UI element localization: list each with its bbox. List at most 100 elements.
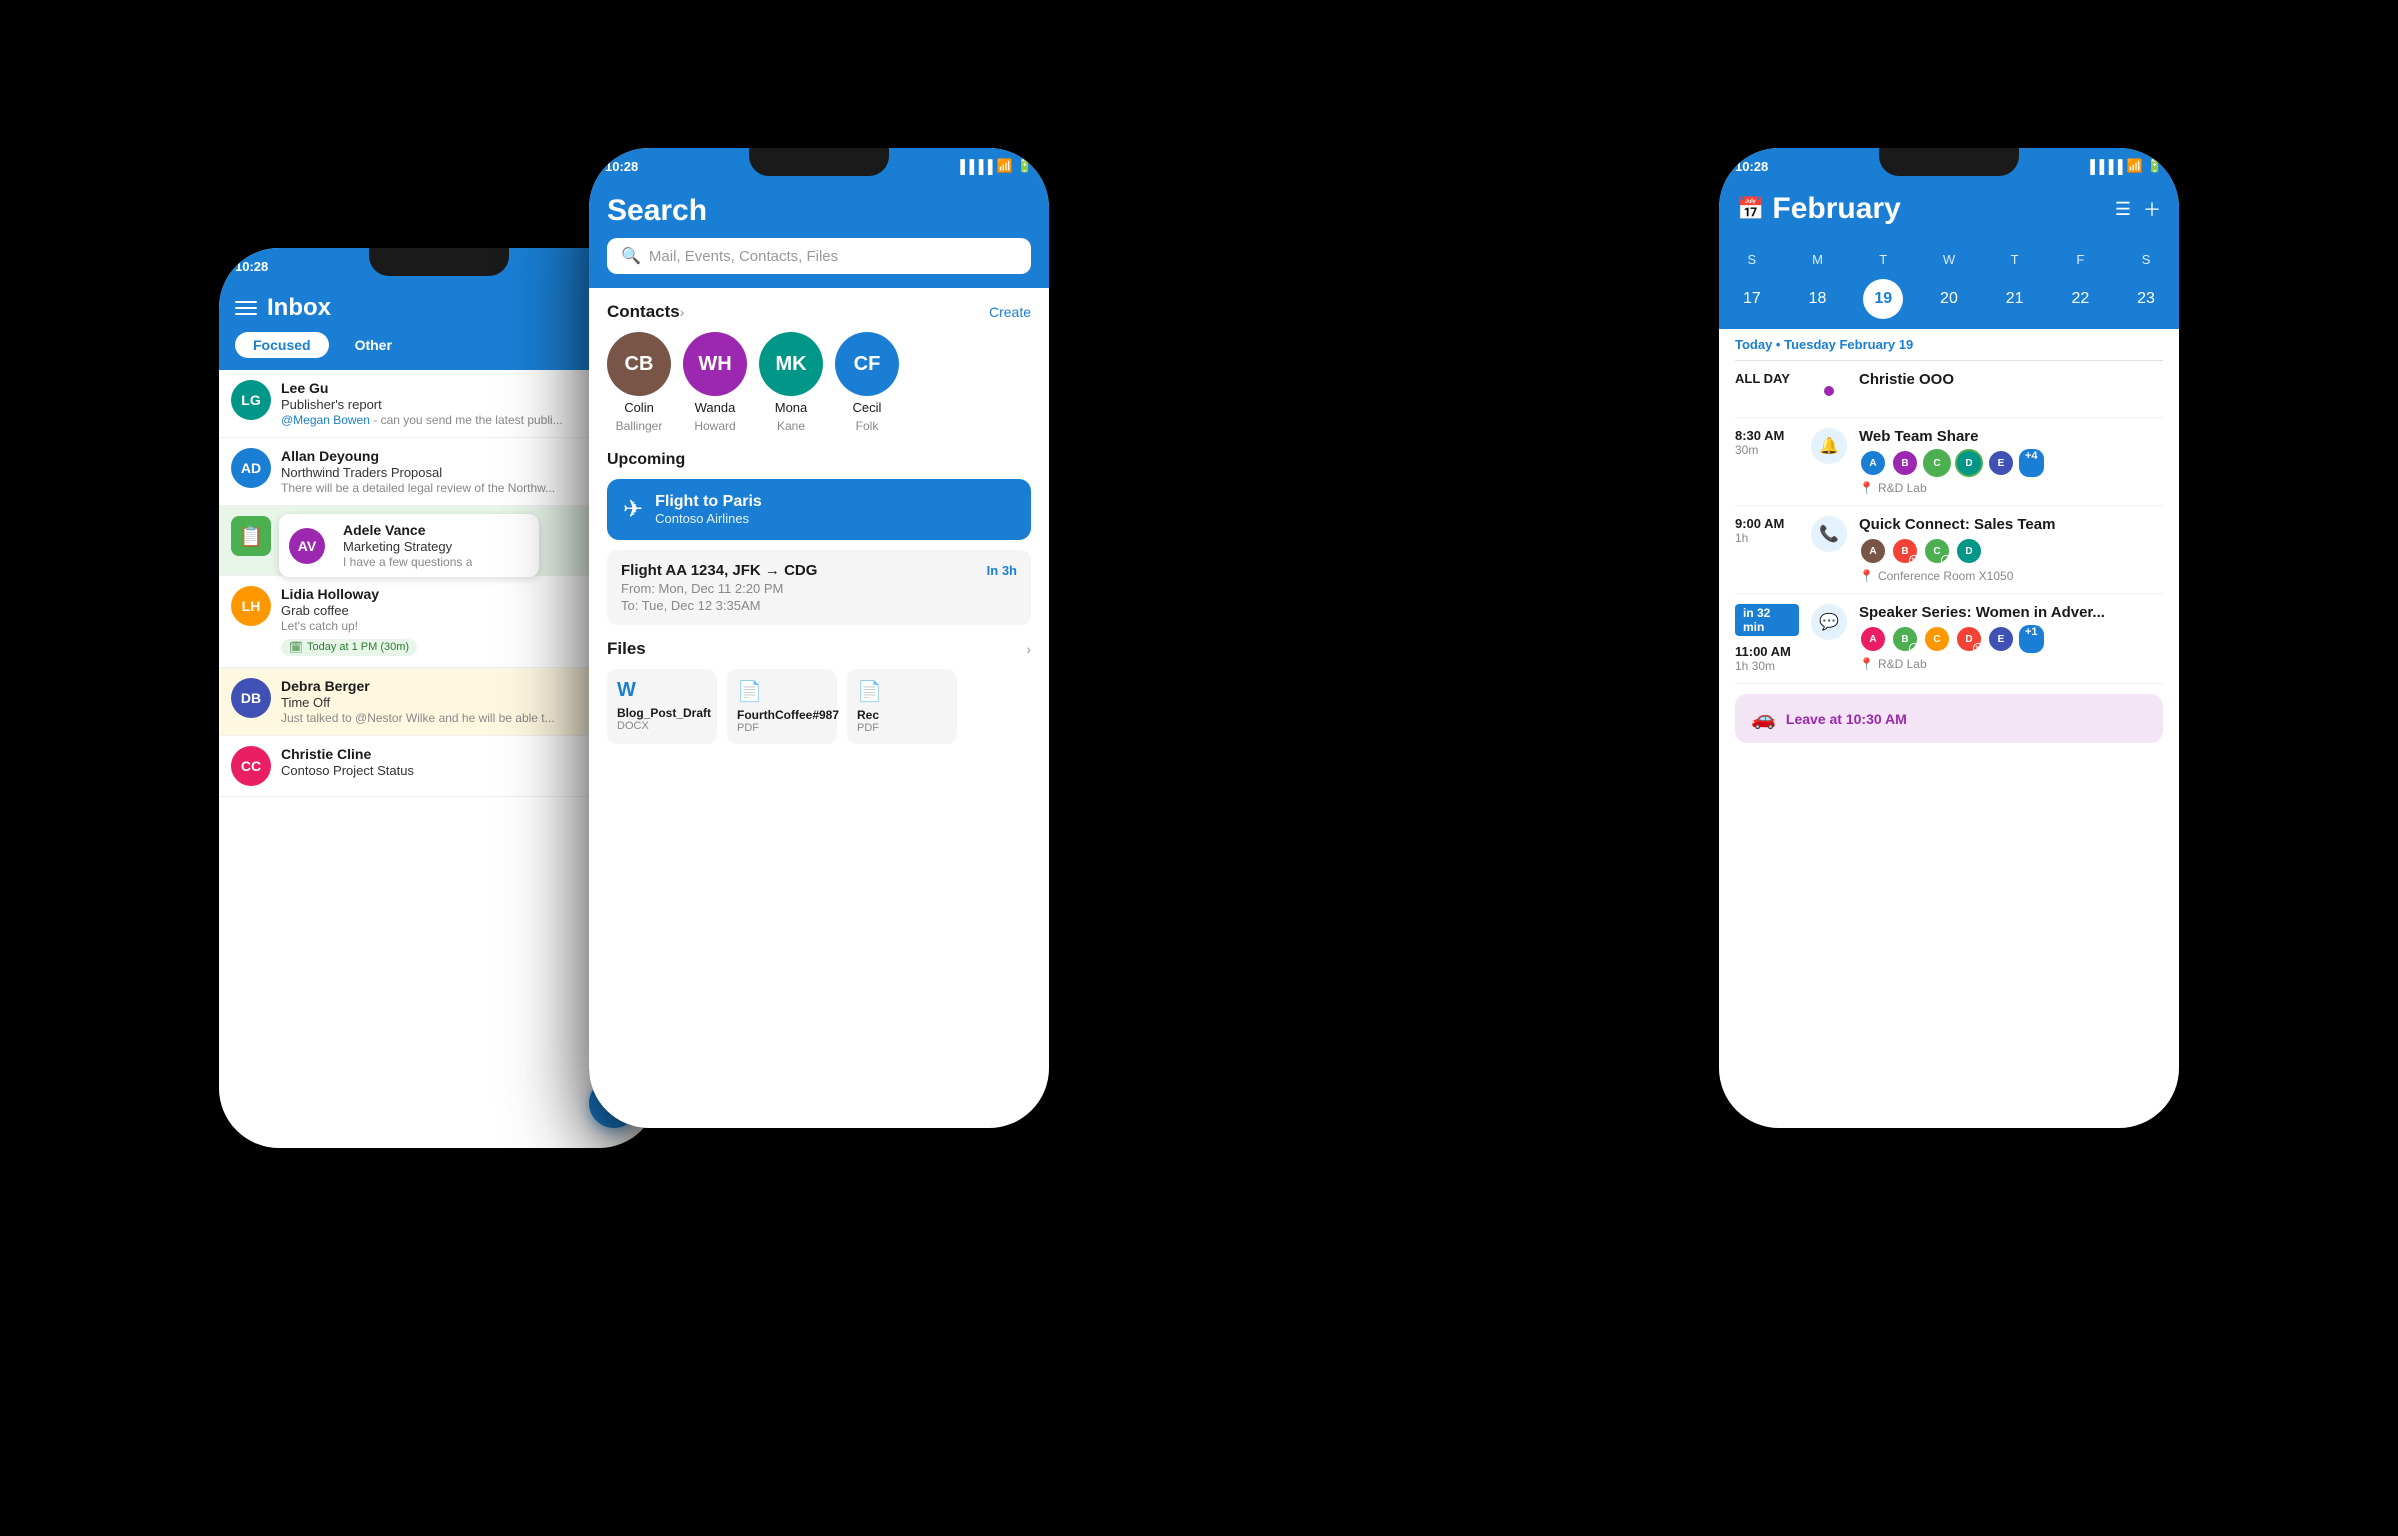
- contacts-title: Contacts: [607, 302, 680, 322]
- mini-avatar-1: A: [1859, 449, 1887, 477]
- date-19-today[interactable]: 19: [1863, 279, 1903, 319]
- preview-adele: I have a few questions a: [343, 555, 472, 569]
- wifi-search: 📶: [997, 158, 1013, 174]
- avatar-mona: MK: [759, 332, 823, 396]
- event-title-web-team: Web Team Share: [1859, 428, 2163, 445]
- adele-card[interactable]: AV Adele Vance Marketing Strategy I have…: [279, 514, 539, 577]
- contact-cecil[interactable]: CF Cecil Folk: [835, 332, 899, 433]
- avatar-lee-gu: LG: [231, 380, 271, 420]
- event-icon-speaker: 💬: [1811, 604, 1847, 640]
- status-icons-calendar: ▐▐▐▐ 📶 🔋: [2086, 158, 2163, 174]
- file-rec[interactable]: 📄 Rec PDF: [847, 669, 957, 744]
- day-f: F: [2060, 252, 2100, 267]
- flight-to: To: Tue, Dec 12 3:35AM: [621, 598, 1017, 613]
- date-21[interactable]: 21: [1995, 279, 2035, 319]
- event-title-speaker: Speaker Series: Women in Adver...: [1859, 604, 2163, 621]
- mini-avatar-3: C: [1923, 449, 1951, 477]
- contact-colin[interactable]: CB Colin Ballinger: [607, 332, 671, 433]
- event-avatars-speaker: A B ✓ C D ✕ E +1: [1859, 625, 2163, 653]
- flight-detail-card[interactable]: Flight AA 1234, JFK → CDG In 3h From: Mo…: [607, 550, 1031, 625]
- day-s2: S: [2126, 252, 2166, 267]
- event-web-team-share[interactable]: 8:30 AM 30m 🔔 Web Team Share A B C D E +…: [1735, 418, 2163, 506]
- mini-avatar-qc4: D: [1955, 537, 1983, 565]
- time-830: 8:30 AM: [1735, 428, 1799, 443]
- mini-avatar-4: D: [1955, 449, 1983, 477]
- create-button[interactable]: Create: [989, 304, 1031, 320]
- loc-speaker: 📍 R&D Lab: [1859, 657, 2163, 671]
- hamburger-menu[interactable]: [235, 301, 257, 315]
- file-blog-post[interactable]: W Blog_Post_Draft DOCX: [607, 669, 717, 744]
- wifi-cal: 📶: [2127, 158, 2143, 174]
- mini-avatar-sp2: B ✓: [1891, 625, 1919, 653]
- file-type-fourth: PDF: [737, 722, 827, 734]
- avatar-adele: AV: [289, 528, 325, 564]
- phone-calendar: 10:28 ▐▐▐▐ 📶 🔋 📅 February ☰ ＋: [1719, 148, 2179, 1128]
- date-18[interactable]: 18: [1798, 279, 1838, 319]
- day-t1: T: [1863, 252, 1903, 267]
- tab-focused[interactable]: Focused: [235, 332, 329, 358]
- search-bar-icon: 🔍: [621, 246, 641, 266]
- notch-search: [749, 148, 889, 176]
- search-bar[interactable]: 🔍 Mail, Events, Contacts, Files: [607, 238, 1031, 274]
- sender-debra: Debra Berger: [281, 678, 370, 694]
- date-22[interactable]: 22: [2060, 279, 2100, 319]
- location-icon-qc: 📍: [1859, 569, 1874, 583]
- date-23[interactable]: 23: [2126, 279, 2166, 319]
- time-1100: 11:00 AM: [1735, 644, 1799, 659]
- leave-text: Leave at 10:30 AM: [1786, 711, 1907, 727]
- pdf-icon-2: 📄: [857, 679, 947, 704]
- avatar-lidia: LH: [231, 586, 271, 626]
- contact-mona[interactable]: MK Mona Kane: [759, 332, 823, 433]
- notch-inbox: [369, 248, 509, 276]
- flight-route: Flight AA 1234, JFK → CDG: [621, 562, 817, 579]
- flight-time-badge: In 3h: [987, 563, 1017, 578]
- avatar-wanda: WH: [683, 332, 747, 396]
- date-17[interactable]: 17: [1732, 279, 1772, 319]
- avatar-cecil: CF: [835, 332, 899, 396]
- contact-name-colin: Colin: [624, 400, 654, 415]
- tab-other[interactable]: Other: [337, 332, 410, 358]
- event-quick-connect[interactable]: 9:00 AM 1h 📞 Quick Connect: Sales Team A…: [1735, 506, 2163, 594]
- date-20[interactable]: 20: [1929, 279, 1969, 319]
- allday-dot: [1824, 386, 1834, 396]
- mini-avatar-sp5: E: [1987, 625, 2015, 653]
- contact-last-colin: Ballinger: [616, 419, 663, 433]
- flight-name: Flight to Paris: [655, 493, 762, 511]
- sender-christie: Christie Cline: [281, 746, 371, 762]
- calendar-icon: 📅: [1737, 196, 1764, 222]
- cal-header-actions: ☰ ＋: [2115, 196, 2161, 222]
- week-day-labels: S M T W T F S: [1719, 246, 2179, 273]
- mini-avatar-sp4: D ✕: [1955, 625, 1983, 653]
- contact-last-cecil: Folk: [856, 419, 879, 433]
- flight-from: From: Mon, Dec 11 2:20 PM: [621, 581, 1017, 596]
- list-view-icon[interactable]: ☰: [2115, 199, 2131, 220]
- file-name-rec: Rec: [857, 708, 947, 722]
- battery-cal: 🔋: [2147, 158, 2163, 174]
- mini-avatar-qc1: A: [1859, 537, 1887, 565]
- event-avatars-quick-connect: A B ✕ C ✓ D: [1859, 537, 2163, 565]
- flight-airline: Contoso Airlines: [655, 511, 762, 526]
- add-event-icon[interactable]: ＋: [2143, 196, 2161, 222]
- flight-card[interactable]: ✈ Flight to Paris Contoso Airlines: [607, 479, 1031, 540]
- contact-wanda[interactable]: WH Wanda Howard: [683, 332, 747, 433]
- search-content: Contacts › Create CB Colin Ballinger WH: [589, 288, 1049, 758]
- event-avatars-web-team: A B C D E +4: [1859, 449, 2163, 477]
- contact-last-wanda: Howard: [694, 419, 735, 433]
- event-title-quick-connect: Quick Connect: Sales Team: [1859, 516, 2163, 533]
- event-speaker-series[interactable]: in 32 min 11:00 AM 1h 30m 💬 Speaker Seri…: [1735, 594, 2163, 684]
- signal-cal: ▐▐▐▐: [2086, 159, 2123, 174]
- leave-banner[interactable]: 🚗 Leave at 10:30 AM: [1735, 694, 2163, 743]
- file-type-rec: PDF: [857, 722, 947, 734]
- avatar-count-speaker: +1: [2019, 625, 2044, 653]
- search-placeholder: Mail, Events, Contacts, Files: [649, 248, 838, 265]
- loc-quick-connect: 📍 Conference Room X1050: [1859, 569, 2163, 583]
- file-fourth-coffee[interactable]: 📄 FourthCoffee#987 PDF: [727, 669, 837, 744]
- avatar-debra: DB: [231, 678, 271, 718]
- inbox-title: Inbox: [267, 294, 331, 322]
- mini-avatar-sp3: C: [1923, 625, 1951, 653]
- files-section: Files › W Blog_Post_Draft DOCX 📄 FourthC…: [607, 639, 1031, 744]
- event-christie-ooo[interactable]: ALL DAY Christie OOO: [1735, 361, 2163, 418]
- day-w: W: [1929, 252, 1969, 267]
- time-calendar: 10:28: [1735, 159, 1768, 174]
- phones-container: 10:28 ▲ ▐▐ 🔋 Inbox Focused Other: [99, 68, 2299, 1468]
